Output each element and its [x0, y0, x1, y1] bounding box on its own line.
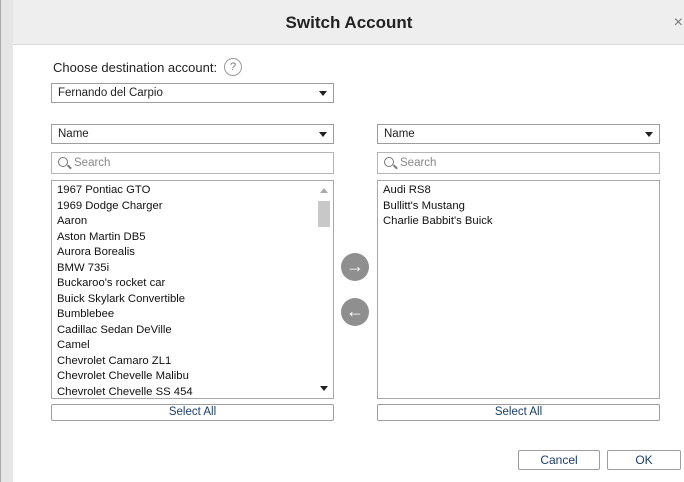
list-item[interactable]: Bullitt's Mustang	[378, 199, 659, 215]
scrollbar-thumb[interactable]	[318, 201, 330, 227]
left-sort-select[interactable]: Name	[51, 124, 334, 144]
destination-account-label: Choose destination account:	[53, 60, 218, 75]
list-item[interactable]: Camel	[52, 338, 333, 354]
dialog-left-edge	[1, 0, 13, 482]
list-item[interactable]: Chevrolet Chevelle SS 454	[52, 385, 333, 399]
list-item[interactable]: Buckaroo's rocket car	[52, 276, 333, 292]
right-sort-value: Name	[384, 128, 415, 140]
list-item[interactable]: Aston Martin DB5	[52, 230, 333, 246]
destination-account-select[interactable]: Fernando del Carpio	[51, 83, 334, 103]
left-list-scrollbar[interactable]	[316, 182, 332, 397]
list-item[interactable]: Audi RS8	[378, 183, 659, 199]
left-search-input[interactable]: Search	[51, 152, 334, 174]
help-icon[interactable]: ?	[224, 58, 242, 76]
destination-account-value: Fernando del Carpio	[58, 87, 163, 99]
close-icon[interactable]: ×	[674, 15, 683, 31]
chevron-down-icon	[645, 132, 653, 137]
chevron-down-icon	[319, 91, 327, 96]
chevron-down-icon	[319, 132, 327, 137]
list-item[interactable]: Bumblebee	[52, 307, 333, 323]
right-sort-select[interactable]: Name	[377, 124, 660, 144]
right-account-list[interactable]: Audi RS8 Bullitt's Mustang Charlie Babbit'…	[377, 180, 660, 399]
right-search-input[interactable]: Search	[377, 152, 660, 174]
dialog-title: Switch Account	[285, 13, 413, 32]
right-select-all-button[interactable]: Select All	[377, 404, 660, 421]
list-item[interactable]: Aaron	[52, 214, 333, 230]
scroll-up-icon[interactable]	[320, 188, 328, 193]
list-item[interactable]: Charlie Babbit's Buick	[378, 214, 659, 230]
search-icon	[384, 157, 394, 167]
scroll-down-icon[interactable]	[320, 386, 328, 391]
left-sort-value: Name	[58, 128, 89, 140]
left-account-list[interactable]: 1967 Pontiac GTO 1969 Dodge Charger Aaron A…	[51, 180, 334, 399]
left-search-placeholder: Search	[74, 157, 111, 169]
left-select-all-button[interactable]: Select All	[51, 404, 334, 421]
list-item[interactable]: Cadillac Sedan DeVille	[52, 323, 333, 339]
cancel-button[interactable]: Cancel	[518, 450, 600, 470]
list-item[interactable]: Chevrolet Chevelle Malibu	[52, 369, 333, 385]
switch-account-dialog: Switch Account × Choose destination acco…	[0, 0, 684, 482]
right-search-placeholder: Search	[400, 157, 437, 169]
list-item[interactable]: Buick Skylark Convertible	[52, 292, 333, 308]
move-right-arrow-icon[interactable]: →	[341, 253, 369, 281]
list-item[interactable]: Chevrolet Camaro ZL1	[52, 354, 333, 370]
ok-button[interactable]: OK	[607, 450, 681, 470]
list-item[interactable]: BMW 735i	[52, 261, 333, 277]
list-item[interactable]: 1969 Dodge Charger	[52, 199, 333, 215]
list-item[interactable]: 1967 Pontiac GTO	[52, 183, 333, 199]
dialog-titlebar: Switch Account ×	[13, 0, 684, 45]
move-left-arrow-icon[interactable]: ←	[341, 298, 369, 326]
list-item[interactable]: Aurora Borealis	[52, 245, 333, 261]
search-icon	[58, 157, 68, 167]
